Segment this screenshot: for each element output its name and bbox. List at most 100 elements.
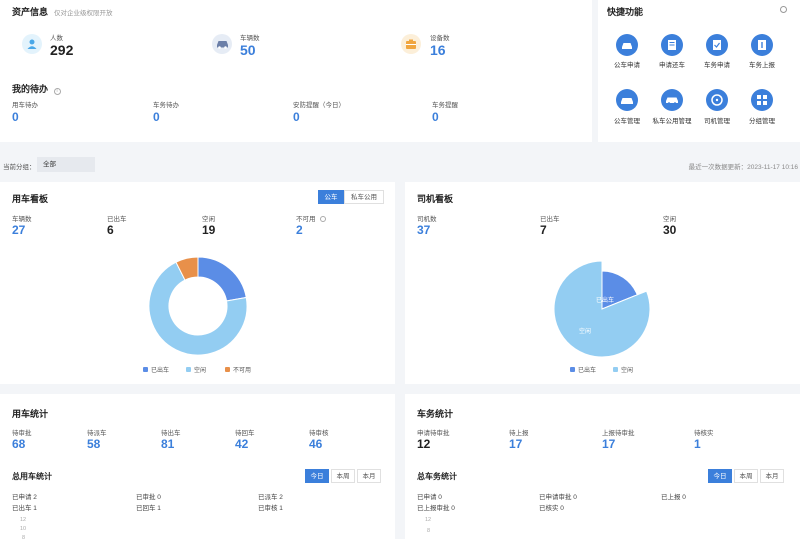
pie-slice-out[interactable] bbox=[197, 256, 247, 302]
service-stats-label-report-approve: 上报待审批 bbox=[602, 430, 635, 437]
legend-item-out: 已出车 bbox=[143, 365, 169, 374]
car-stats-title: 用车统计 bbox=[12, 409, 49, 419]
car-apply-icon[interactable] bbox=[616, 34, 638, 56]
car-icon bbox=[212, 34, 232, 54]
legend-item-idle: 空闲 bbox=[186, 365, 206, 374]
car-stats-label-approve: 待审批 bbox=[12, 430, 32, 437]
todo-value-service[interactable]: 0 bbox=[153, 110, 160, 124]
driver-manage-icon[interactable] bbox=[706, 89, 728, 111]
axis-tick: 8 bbox=[427, 528, 431, 534]
detail-approved: 已审批 0 bbox=[136, 494, 161, 501]
pie-slice-label: 已出车 bbox=[596, 296, 614, 304]
info-icon[interactable]: i bbox=[53, 88, 61, 95]
period-month-button[interactable]: 本月 bbox=[357, 469, 381, 483]
period-week-button[interactable]: 本周 bbox=[331, 469, 355, 483]
axis-tick: 12 bbox=[20, 517, 27, 523]
detail-applied: 已申请 2 bbox=[12, 494, 37, 501]
quick-item-service-report[interactable]: 车务上报 bbox=[737, 59, 787, 69]
service-stats-label-apply-approve: 申请待审批 bbox=[417, 430, 450, 437]
car-stats-value-review[interactable]: 46 bbox=[309, 437, 322, 451]
axis-tick: 12 bbox=[425, 517, 432, 523]
period-week-button[interactable]: 本周 bbox=[734, 469, 758, 483]
driver-board-card: 司机看板 司机数 37 已出车 7 空闲 30 已出车 空闲 已出车 空闲 bbox=[405, 182, 800, 384]
service-stats-card: 车务统计 申请待审批 12 待上报 17 上报待审批 17 待核实 1 总车务统… bbox=[405, 394, 800, 539]
device-icon bbox=[401, 34, 421, 54]
service-stats-value-apply-approve[interactable]: 12 bbox=[417, 437, 430, 451]
service-stats-title: 车务统计 bbox=[417, 409, 454, 419]
todo-label-service: 车务待办 bbox=[153, 102, 179, 109]
car-status-donut-chart bbox=[148, 256, 248, 356]
legend-item-driver-out: 已出车 bbox=[570, 365, 596, 374]
total-car-stats-title: 总用车统计 bbox=[12, 472, 52, 481]
pie-slice-driver-idle[interactable] bbox=[553, 260, 651, 358]
car-stats-label-depart: 待出车 bbox=[161, 430, 181, 437]
quick-item-group-manage[interactable]: 分组管理 bbox=[737, 115, 787, 125]
detail-service-verified: 已核实 0 bbox=[539, 505, 564, 512]
legend-item-driver-idle: 空闲 bbox=[613, 365, 633, 374]
asset-value-devices: 16 bbox=[430, 42, 446, 58]
asset-value-cars: 50 bbox=[240, 42, 256, 58]
car-stats-label-return: 待回车 bbox=[235, 430, 255, 437]
detail-service-reported: 已上报 0 bbox=[661, 494, 686, 501]
service-report-icon[interactable] bbox=[751, 34, 773, 56]
asset-label-devices: 设备数 bbox=[430, 35, 450, 42]
asset-card: 资产信息 仅对企业级权限开放 人数 292 车辆数 50 设备数 16 我的待办 … bbox=[0, 0, 592, 142]
quick-item-driver-manage[interactable]: 司机管理 bbox=[692, 115, 742, 125]
car-stats-value-approve[interactable]: 68 bbox=[12, 437, 25, 451]
quick-card: 快捷功能 公车申请 申请还车 车务申请 车务上报 公车管理 私车公用管理 司机管… bbox=[598, 0, 800, 142]
quick-title: 快捷功能 bbox=[607, 7, 644, 17]
total-service-stats-title: 总车务统计 bbox=[417, 472, 457, 481]
todo-title: 我的待办 i bbox=[12, 82, 61, 95]
asset-title: 资产信息 仅对企业级权限开放 bbox=[12, 7, 113, 17]
pie-slice-label: 空闲 bbox=[579, 327, 591, 335]
todo-value-car[interactable]: 0 bbox=[12, 110, 19, 124]
detail-service-apply-approved: 已申请审批 0 bbox=[539, 494, 577, 501]
axis-tick: 8 bbox=[22, 535, 26, 539]
asset-label-people: 人数 bbox=[50, 35, 63, 42]
settings-icon[interactable] bbox=[780, 6, 787, 13]
detail-service-report-approved: 已上报审批 0 bbox=[417, 505, 455, 512]
car-manage-icon[interactable] bbox=[616, 89, 638, 111]
todo-label-reminder: 车务提醒 bbox=[432, 102, 458, 109]
service-stats-label-report: 待上报 bbox=[509, 430, 529, 437]
service-stats-label-verify: 待核实 bbox=[694, 430, 714, 437]
car-stats-card: 用车统计 待审批 68 待派车 58 待出车 81 待回车 42 待审核 46 … bbox=[0, 394, 395, 539]
group-filter-select[interactable]: 全部 bbox=[37, 157, 95, 172]
axis-tick: 10 bbox=[20, 526, 27, 532]
service-apply-icon[interactable] bbox=[706, 34, 728, 56]
quick-item-return-car[interactable]: 申请还车 bbox=[647, 59, 697, 69]
detail-returned: 已回车 1 bbox=[136, 505, 161, 512]
asset-label-cars: 车辆数 bbox=[240, 35, 260, 42]
period-month-button[interactable]: 本月 bbox=[760, 469, 784, 483]
service-stats-value-report-approve[interactable]: 17 bbox=[602, 437, 615, 451]
todo-value-security[interactable]: 0 bbox=[293, 110, 300, 124]
car-stats-value-return[interactable]: 42 bbox=[235, 437, 248, 451]
legend-item-unavailable: 不可用 bbox=[225, 365, 251, 374]
quick-item-car-apply[interactable]: 公车申请 bbox=[602, 59, 652, 69]
car-stats-value-depart[interactable]: 81 bbox=[161, 437, 174, 451]
car-stats-value-dispatch[interactable]: 58 bbox=[87, 437, 100, 451]
car-stats-label-dispatch: 待派车 bbox=[87, 430, 107, 437]
quick-item-service-apply[interactable]: 车务申请 bbox=[692, 59, 742, 69]
car-stats-label-review: 待审核 bbox=[309, 430, 329, 437]
detail-service-applied: 已申请 0 bbox=[417, 494, 442, 501]
todo-label-car: 用车待办 bbox=[12, 102, 38, 109]
detail-dispatched: 已派车 2 bbox=[258, 494, 283, 501]
person-icon bbox=[22, 34, 42, 54]
group-filter-label: 当前分组： bbox=[3, 164, 36, 171]
driver-status-pie-chart: 已出车空闲 bbox=[553, 260, 651, 358]
car-board-card: 用车看板 公车 私车公用 车辆数 27 已出车 6 空闲 19 不可用 2 已出… bbox=[0, 182, 395, 384]
todo-value-reminder[interactable]: 0 bbox=[432, 110, 439, 124]
service-stats-value-report[interactable]: 17 bbox=[509, 437, 522, 451]
private-car-icon[interactable] bbox=[661, 89, 683, 111]
group-manage-icon[interactable] bbox=[751, 89, 773, 111]
todo-label-security: 安防提醒（今日） bbox=[293, 102, 345, 109]
period-today-button[interactable]: 今日 bbox=[305, 469, 329, 483]
asset-subtitle: 仅对企业级权限开放 bbox=[54, 10, 113, 17]
detail-departed: 已出车 1 bbox=[12, 505, 37, 512]
detail-reviewed: 已审核 1 bbox=[258, 505, 283, 512]
return-car-icon[interactable] bbox=[661, 34, 683, 56]
last-update-text: 最近一次数据更新：2023-11-17 10:16 bbox=[688, 164, 798, 171]
service-stats-value-verify[interactable]: 1 bbox=[694, 437, 701, 451]
period-today-button[interactable]: 今日 bbox=[708, 469, 732, 483]
